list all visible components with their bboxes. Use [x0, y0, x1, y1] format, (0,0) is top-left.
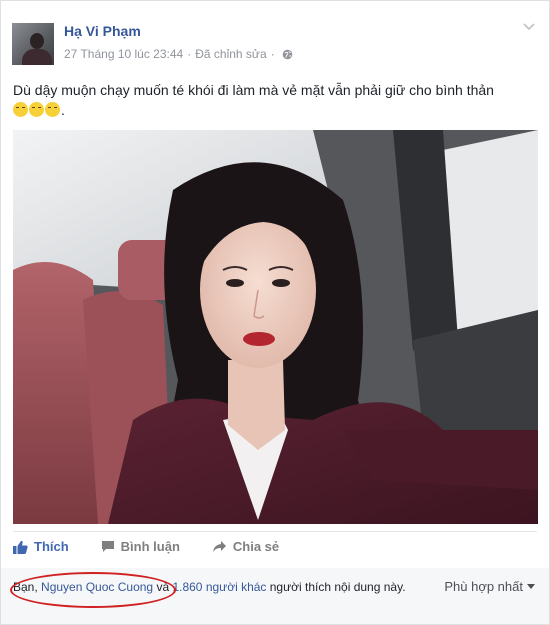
likes-sentence: Bạn, Nguyen Quoc Cuong và 1.860 người kh…: [13, 579, 423, 596]
caret-down-icon: [527, 584, 535, 589]
meta-separator: ·: [187, 47, 192, 61]
grinning-emoji-icon: [45, 102, 60, 117]
grinning-emoji-icon: [29, 102, 44, 117]
post-timestamp[interactable]: 27 Tháng 10 lúc 23:44: [64, 47, 183, 61]
share-button[interactable]: Chia sẻ: [212, 539, 279, 554]
post-meta: 27 Tháng 10 lúc 23:44 · Đã chỉnh sửa ·: [64, 47, 293, 61]
thumbs-up-icon: [13, 540, 28, 554]
likes-suffix: người thích nội dung này.: [266, 580, 406, 594]
author-avatar[interactable]: [12, 23, 54, 65]
post-body: Dù dậy muộn chạy muốn té khói đi làm mà …: [13, 80, 541, 120]
post-actions: Thích Bình luận Chia sẻ: [13, 539, 311, 554]
post-card: Hạ Vi Phạm 27 Tháng 10 lúc 23:44 · Đã ch…: [0, 0, 550, 625]
post-text-trailer: .: [61, 102, 65, 118]
liker-friend-link[interactable]: Nguyen Quoc Cuong: [41, 580, 153, 594]
author-name[interactable]: Hạ Vi Phạm: [64, 23, 141, 39]
chevron-down-icon[interactable]: [523, 23, 535, 31]
comment-label: Bình luận: [120, 539, 180, 554]
other-likers-link[interactable]: 1.860 người khác: [172, 580, 266, 594]
post-text: Dù dậy muộn chạy muốn té khói đi làm mà …: [13, 82, 494, 98]
selfie-photo-image: [13, 130, 538, 524]
share-arrow-icon: [212, 541, 226, 552]
post-photo[interactable]: [13, 130, 538, 524]
likes-you: Bạn: [13, 580, 35, 594]
globe-icon[interactable]: [282, 49, 293, 60]
share-label: Chia sẻ: [232, 539, 280, 554]
likes-and: và: [153, 580, 173, 594]
likes-summary: Bạn, Nguyen Quoc Cuong và 1.860 người kh…: [1, 568, 549, 624]
sort-label: Phù hợp nhất: [444, 579, 523, 594]
meta-separator-2: ·: [270, 47, 275, 61]
like-label: Thích: [34, 539, 69, 554]
comment-button[interactable]: Bình luận: [101, 539, 180, 554]
grinning-emoji-icon: [13, 102, 28, 117]
edited-label[interactable]: Đã chỉnh sửa: [195, 47, 266, 61]
like-button[interactable]: Thích: [13, 539, 69, 554]
divider: [13, 531, 537, 532]
comment-sort-dropdown[interactable]: Phù hợp nhất: [444, 579, 535, 594]
comment-icon: [101, 541, 114, 552]
